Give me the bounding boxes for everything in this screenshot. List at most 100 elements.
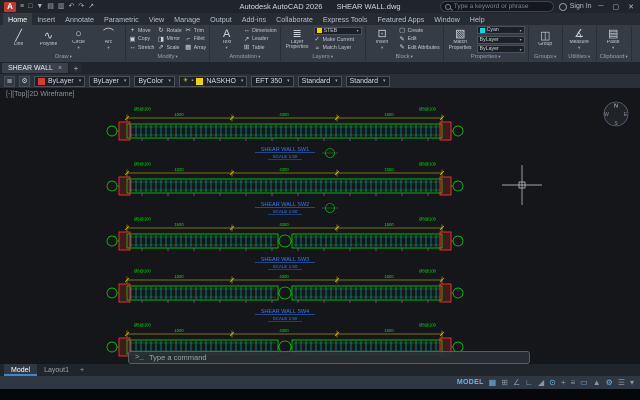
table-style-combo[interactable]: Standard▾ (346, 76, 390, 87)
new-icon[interactable]: □ (27, 2, 33, 12)
tool-make-current[interactable]: ✓Make Current (314, 36, 362, 43)
ribbon-combo[interactable]: ByLayer▾ (477, 45, 525, 53)
model-space-indicator[interactable]: MODEL (457, 379, 484, 386)
ribbon-tab-window[interactable]: Window (429, 13, 465, 25)
ribbon-tab-view[interactable]: View (144, 13, 169, 25)
shear-wall-elevation-1[interactable]: 150043001500Ø8@100Ø8@100SHEAR WALL SW1SC… (107, 107, 463, 160)
dim-style-combo[interactable]: Standard▾ (298, 76, 342, 87)
tool-line[interactable]: ╱Line (5, 30, 32, 48)
grid-icon[interactable]: ▦ (489, 378, 497, 388)
add-layout-button[interactable]: + (76, 364, 88, 376)
redo-icon[interactable]: ↷ (77, 2, 85, 12)
view-compass[interactable]: NSWE (604, 102, 628, 127)
ribbon-tab-help[interactable]: Help (465, 13, 490, 25)
tool-layer-properties[interactable]: ≣Layer Properties (284, 28, 311, 51)
search-input[interactable]: Type a keyword or phrase (440, 1, 554, 12)
tool-circle[interactable]: ○Circle▾ (65, 28, 92, 50)
text-style-combo[interactable]: EFT 350▾ (251, 76, 293, 87)
undo-icon[interactable]: ↶ (68, 2, 76, 12)
sign-in-button[interactable]: Sign In (559, 3, 592, 11)
model-space[interactable]: 150043001500Ø8@100Ø8@100SHEAR WALL SW1SC… (0, 88, 640, 364)
tool-arc[interactable]: ⌒Arc▾ (95, 28, 122, 50)
tab-model[interactable]: Model (4, 364, 37, 376)
tool-leader[interactable]: ↗Leader (243, 36, 277, 43)
panel-label-modify[interactable]: Modify▾ (129, 52, 206, 61)
clean-screen-icon[interactable]: ☰ (618, 378, 625, 388)
new-drawing-tab-button[interactable]: + (70, 63, 82, 73)
maximize-button[interactable]: ▢ (611, 3, 622, 11)
panel-label-clipboard[interactable]: Clipboard▾ (600, 52, 628, 61)
minimize-button[interactable]: ─ (597, 3, 606, 10)
panel-label-annotation[interactable]: Annotation▾ (213, 52, 277, 61)
tool-group[interactable]: ◫Group (532, 30, 559, 48)
layer-combo[interactable]: ☀▪NASKHO▾ (179, 76, 248, 87)
ribbon-tab-add-ins[interactable]: Add-ins (237, 13, 271, 25)
tool-insert[interactable]: ⊡Insert▾ (369, 28, 396, 50)
color-combo[interactable]: ByLayer▾ (34, 76, 85, 87)
linetype-combo[interactable]: ByLayer▾ (89, 76, 130, 87)
plot-style-combo[interactable]: ByColor▾ (134, 76, 174, 87)
menu-icon[interactable]: ≡ (19, 2, 25, 12)
infer-constraints-icon[interactable]: ∠ (513, 378, 520, 388)
ribbon-tab-collaborate[interactable]: Collaborate (271, 13, 318, 25)
ribbon-tab-parametric[interactable]: Parametric (99, 13, 144, 25)
customization-icon[interactable]: ▾ (630, 378, 634, 388)
shear-wall-elevation-4[interactable]: 150043001500Ø8@100Ø8@100SHEAR WALL SW4SC… (107, 269, 463, 322)
panel-label-layers[interactable]: Layers▾ (284, 52, 362, 61)
layer-state-icon[interactable]: ⚙ (19, 76, 30, 87)
panel-label-block[interactable]: Block▾ (369, 52, 440, 61)
plot-icon[interactable]: ▥ (57, 2, 66, 12)
command-input[interactable]: Type a command (149, 353, 207, 362)
save-icon[interactable]: ▤ (46, 2, 55, 12)
tool-create[interactable]: ▢Create (399, 27, 440, 34)
tool-paste[interactable]: ▤Paste▾ (600, 28, 627, 50)
workspace-icon[interactable]: ⚙ (606, 378, 613, 388)
cad-drawing[interactable]: 150043001500Ø8@100Ø8@100SHEAR WALL SW1SC… (0, 88, 640, 364)
tool-base[interactable]: ⌂Base (635, 30, 640, 48)
layer-properties-icon[interactable]: ≣ (4, 76, 15, 87)
open-icon[interactable]: ▼ (35, 2, 44, 12)
ribbon-tab-manage[interactable]: Manage (169, 13, 205, 25)
ribbon-tab-featured-apps[interactable]: Featured Apps (372, 13, 429, 25)
panel-label-utilities[interactable]: Utilities▾ (566, 52, 593, 61)
ribbon-tab-output[interactable]: Output (205, 13, 237, 25)
tool-rotate[interactable]: ↻Rotate (157, 27, 181, 34)
panel-label-properties[interactable]: Properties▾ (447, 53, 525, 61)
drawing-canvas[interactable]: [-][Top][2D Wireframe] 150043001500Ø8@10… (0, 88, 640, 364)
tool-table[interactable]: ⊞Table (243, 44, 277, 51)
osnap-icon[interactable]: ⊙ (549, 378, 556, 388)
autocad-logo-icon[interactable]: A (4, 2, 16, 12)
tool-polyline[interactable]: ∿Polyline (35, 30, 62, 48)
shear-wall-elevation-2[interactable]: 150043001500Ø8@100Ø8@100SHEAR WALL SW2SC… (107, 162, 463, 215)
drawing-tab-shear-wall[interactable]: SHEAR WALL × (2, 63, 68, 73)
polar-tracking-icon[interactable]: ◢ (538, 378, 544, 388)
ribbon-tab-express-tools[interactable]: Express Tools (318, 13, 373, 25)
tool-measure[interactable]: ∡Measure▾ (566, 28, 593, 50)
tool-text[interactable]: AText▾ (213, 28, 240, 50)
ribbon-combo[interactable]: STEB▾ (314, 27, 362, 35)
tool-match-properties[interactable]: ▧Match Properties (447, 28, 474, 51)
tool-edit[interactable]: ✎Edit (399, 36, 440, 43)
tool-trim[interactable]: ✂Trim (185, 27, 206, 34)
close-button[interactable]: ✕ (626, 3, 636, 11)
snap-icon[interactable]: ⊞ (501, 378, 508, 388)
lineweight-icon[interactable]: ≡ (570, 378, 575, 388)
ortho-icon[interactable]: ∟ (525, 378, 533, 388)
ribbon-tab-annotate[interactable]: Annotate (60, 13, 99, 25)
tool-scale[interactable]: ⇗Scale (157, 44, 181, 51)
panel-label-groups[interactable]: Groups▾ (532, 52, 559, 61)
dynamic-input-icon[interactable]: ▭ (580, 378, 588, 388)
tool-move[interactable]: +Move (129, 27, 154, 34)
tool-match-layer[interactable]: ≈Match Layer (314, 45, 362, 52)
tool-fillet[interactable]: ⌐Fillet (185, 36, 206, 43)
tool-dimension[interactable]: ↔Dimension (243, 27, 277, 34)
tool-edit-attributes[interactable]: ✎Edit Attributes (399, 44, 440, 51)
tool-stretch[interactable]: ↔Stretch (129, 44, 154, 51)
ribbon-combo[interactable]: ByLayer▾ (477, 36, 525, 44)
object-snap-tracking-icon[interactable]: + (561, 378, 566, 388)
ribbon-combo[interactable]: Cyan▾ (477, 26, 525, 34)
ribbon-tab-home[interactable]: Home (3, 13, 32, 25)
tool-array[interactable]: ▦Array (185, 44, 206, 51)
command-line[interactable]: >_ Type a command (128, 351, 530, 364)
tool-copy[interactable]: ▣Copy (129, 36, 154, 43)
